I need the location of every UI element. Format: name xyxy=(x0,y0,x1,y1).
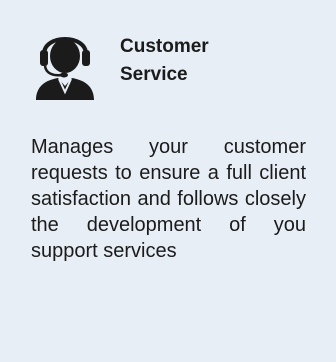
card-title-line-1: Customer xyxy=(120,36,209,57)
card-description: Manages your customer requests to ensure… xyxy=(31,136,306,262)
card-title: Customer Service xyxy=(120,33,209,89)
card-header: Customer Service xyxy=(34,24,314,100)
card-title-line-2: Service xyxy=(120,64,188,85)
service-card: Customer Service Manages your customer r… xyxy=(0,0,336,362)
customer-service-headset-icon xyxy=(34,26,96,100)
